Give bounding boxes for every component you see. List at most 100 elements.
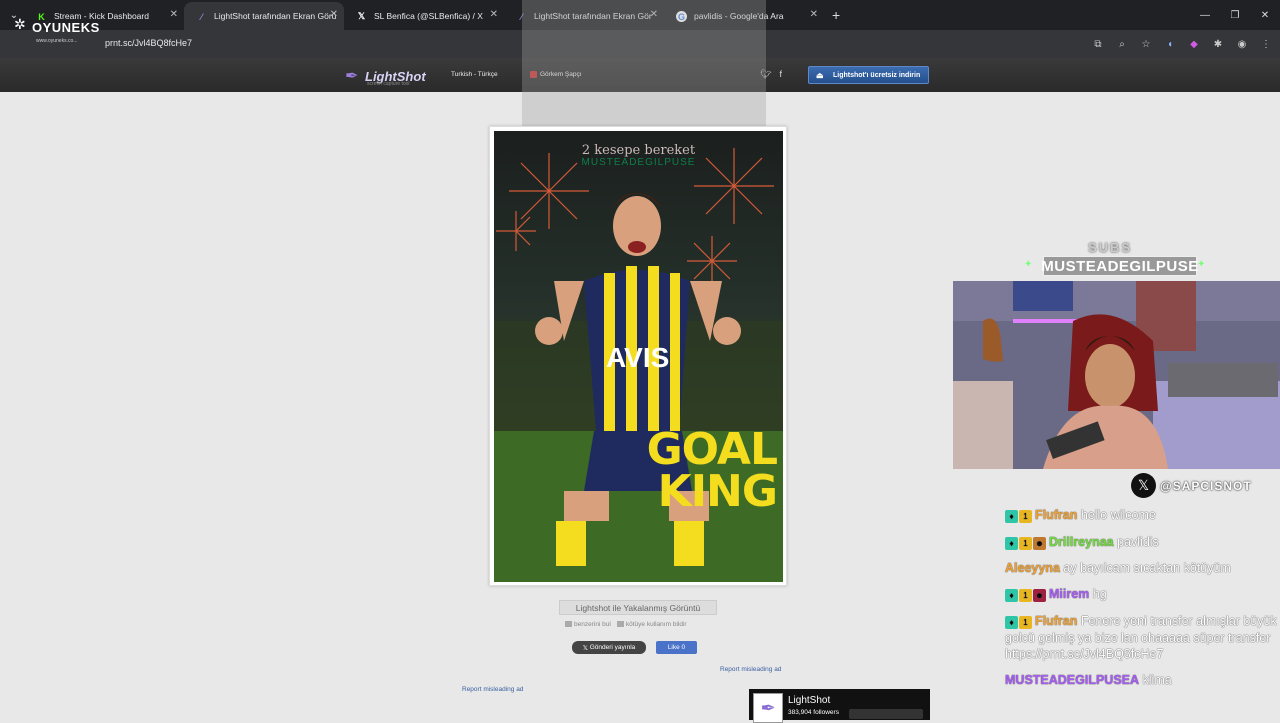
report-abuse-label: kötüye kullanım bildir bbox=[625, 621, 687, 628]
fb-followers: 383,904 followers bbox=[788, 709, 839, 716]
one-badge-icon: 1 bbox=[1019, 509, 1032, 523]
streamer-logo-overlay: ✲ OYUNEKS www.oyuneks.co... bbox=[14, 16, 100, 44]
goal-king-text: GOAL KING bbox=[646, 424, 778, 517]
chat-text: hg bbox=[1092, 587, 1107, 602]
download-button[interactable]: ⏏ Lightshot'ı ücretsiz indirin bbox=[808, 66, 930, 84]
fb-page-name: LightShot bbox=[788, 695, 831, 706]
report-abuse-link[interactable]: kötüye kullanım bildir bbox=[616, 621, 687, 628]
report-misleading-ad-link[interactable]: Report misleading ad bbox=[720, 666, 781, 673]
chat-username[interactable]: Flufran bbox=[1035, 508, 1077, 522]
chat-badges: ♦ 1 bbox=[1005, 508, 1033, 524]
tab-title: LightShot tarafından Ekran Görü bbox=[214, 11, 337, 21]
audio-icon[interactable]: ◖ bbox=[1162, 36, 1178, 52]
chat-message: ♦ 1 Flufran Fenere yeni transfer almışlar … bbox=[1005, 613, 1277, 662]
tweet-button[interactable]: 𝕏 Gönderi yayınla bbox=[572, 641, 646, 654]
overlay-logo-sub: www.oyuneks.co... bbox=[36, 38, 78, 44]
chat-username[interactable]: Flufran bbox=[1035, 614, 1077, 628]
chat-badges: ♦ 1 ☻ bbox=[1005, 534, 1047, 550]
webcam-illustration bbox=[953, 281, 1280, 469]
screenshot-caption-top: 2 kesepe bereket bbox=[581, 143, 696, 158]
facebook-icon[interactable]: f bbox=[779, 69, 782, 80]
new-tab-button[interactable]: + bbox=[832, 7, 840, 23]
zoom-icon[interactable]: ⌕ bbox=[1114, 36, 1130, 52]
chat-overlay: ♦ 1 Flufran hello wilcome ♦ 1 ☻ Drillreynaa pa… bbox=[1005, 507, 1277, 698]
toolbar-icons: ⧉ ⌕ ☆ ◖ ◆ ✱ ◉ ⋮ bbox=[1090, 36, 1274, 52]
close-icon[interactable]: ✕ bbox=[170, 9, 178, 20]
sub-badge-icon: ♦ bbox=[1005, 536, 1018, 550]
jersey-sponsor: AVIS bbox=[606, 342, 669, 373]
chat-username[interactable]: Drillreynaa bbox=[1049, 535, 1114, 549]
fb-follow-button[interactable] bbox=[849, 709, 923, 719]
profile-icon[interactable]: ◉ bbox=[1234, 36, 1250, 52]
install-app-icon[interactable]: ⧉ bbox=[1090, 36, 1106, 52]
latest-sub-name: MUSTEADEGILPUSE bbox=[1041, 256, 1199, 276]
sub-badge-icon: ♦ bbox=[1005, 509, 1018, 523]
flag-icon bbox=[616, 621, 624, 628]
close-icon[interactable]: ✕ bbox=[490, 9, 498, 20]
chat-message: MUSTEADEGILPUSEA klima bbox=[1005, 672, 1277, 688]
face-badge-icon: ☻ bbox=[1033, 536, 1046, 550]
chat-message: ♦ 1 Flufran hello wilcome bbox=[1005, 507, 1277, 524]
bookmark-star-icon[interactable]: ☆ bbox=[1138, 36, 1154, 52]
goal-line-2: KING bbox=[657, 466, 778, 517]
x-logo-icon: 𝕏 bbox=[357, 11, 366, 21]
facebook-like-button[interactable]: Like 0 bbox=[656, 641, 697, 654]
language-selector[interactable]: Turkish - Türkçe bbox=[451, 71, 498, 78]
chat-username[interactable]: MUSTEADEGILPUSEA bbox=[1005, 673, 1139, 687]
chat-text: pavlidis bbox=[1117, 534, 1159, 549]
chat-text: hello wilcome bbox=[1080, 508, 1156, 522]
chat-username[interactable]: Miirem bbox=[1049, 587, 1089, 601]
chat-username[interactable]: Aleeyyna bbox=[1005, 561, 1060, 575]
chat-message: ♦ 1 ☻ Miirem hg bbox=[1005, 586, 1277, 603]
screenshot-frame: AVIS 2 kesepe bereket MUSTEADEGILPUSE GO… bbox=[489, 126, 787, 586]
chat-text: ay bayılcam sıcaktan kötüyüm bbox=[1063, 561, 1231, 576]
facebook-page-widget[interactable]: ✒ LightShot 383,904 followers bbox=[749, 689, 930, 723]
sub-goal-label: SUBS bbox=[1088, 240, 1133, 255]
sub-badge-icon: ♦ bbox=[1005, 616, 1018, 630]
tab-benfica-x[interactable]: 𝕏 SL Benfica (@SLBenfica) / X ✕ bbox=[344, 2, 504, 30]
chat-badges: ♦ 1 bbox=[1005, 614, 1033, 630]
minimize-icon[interactable]: — bbox=[1190, 0, 1220, 30]
url-field[interactable]: prnt.sc/Jvl4BQ8fcHe7 bbox=[105, 38, 192, 48]
find-similar-link[interactable]: benzerini bul bbox=[565, 621, 611, 628]
extensions-puzzle-icon[interactable]: ✱ bbox=[1210, 36, 1226, 52]
webcam-feed bbox=[953, 281, 1280, 469]
chat-message: ♦ 1 ☻ Drillreynaa pavlidis bbox=[1005, 534, 1277, 551]
x-logo-icon: 𝕏 bbox=[1131, 473, 1156, 498]
one-badge-icon: 1 bbox=[1019, 616, 1032, 630]
oyuneks-logo-icon: ✲ bbox=[14, 16, 26, 32]
chat-message: Aleeyyna ay bayılcam sıcaktan kötüyüm bbox=[1005, 560, 1277, 576]
one-badge-icon: 1 bbox=[1019, 536, 1032, 550]
chat-text: klima bbox=[1142, 672, 1172, 687]
window-controls: — ❐ ✕ bbox=[1190, 0, 1280, 30]
stream-ghost-overlay bbox=[522, 0, 766, 128]
feather-icon: ✒ bbox=[345, 68, 359, 85]
download-label: Lightshot'ı ücretsiz indirin bbox=[833, 71, 921, 79]
feather-icon: ⁄ bbox=[200, 11, 203, 22]
tweet-label: Gönderi yayınla bbox=[589, 644, 636, 651]
image-title: Lightshot ile Yakalanmış Görüntü bbox=[559, 600, 717, 615]
sparkle-icon: ✦ bbox=[1197, 259, 1206, 270]
close-icon[interactable]: ✕ bbox=[330, 9, 338, 20]
image-links: benzerini bul kötüye kullanım bildir bbox=[565, 621, 687, 628]
close-icon[interactable]: ✕ bbox=[810, 9, 818, 20]
one-badge-icon: 1 bbox=[1019, 589, 1032, 603]
overlay-logo-name: OYUNEKS bbox=[32, 19, 100, 35]
tab-lightshot-active[interactable]: ⁄ LightShot tarafından Ekran Görü ✕ bbox=[184, 2, 344, 30]
search-similar-icon bbox=[565, 621, 572, 628]
restore-icon[interactable]: ❐ bbox=[1220, 0, 1250, 30]
screenshot-image[interactable]: AVIS 2 kesepe bereket MUSTEADEGILPUSE GO… bbox=[494, 131, 783, 582]
sub-badge-icon: ♦ bbox=[1005, 589, 1018, 603]
report-misleading-ad-link[interactable]: Report misleading ad bbox=[462, 686, 523, 693]
x-handle-overlay: 𝕏 @SAPCISNOT bbox=[1131, 473, 1252, 498]
download-icon: ⏏ bbox=[816, 71, 824, 80]
menu-icon[interactable]: ⋮ bbox=[1258, 36, 1274, 52]
extension-icon[interactable]: ◆ bbox=[1186, 36, 1202, 52]
goal-line-1: GOAL bbox=[646, 424, 778, 475]
tab-title: SL Benfica (@SLBenfica) / X bbox=[374, 11, 483, 21]
lightshot-logo[interactable]: ✒ LightShot screen capture tool bbox=[345, 66, 426, 87]
find-similar-label: benzerini bul bbox=[574, 621, 611, 628]
close-window-icon[interactable]: ✕ bbox=[1250, 0, 1280, 30]
chat-badges: ♦ 1 ☻ bbox=[1005, 587, 1047, 603]
x-logo-icon: 𝕏 bbox=[582, 644, 590, 652]
